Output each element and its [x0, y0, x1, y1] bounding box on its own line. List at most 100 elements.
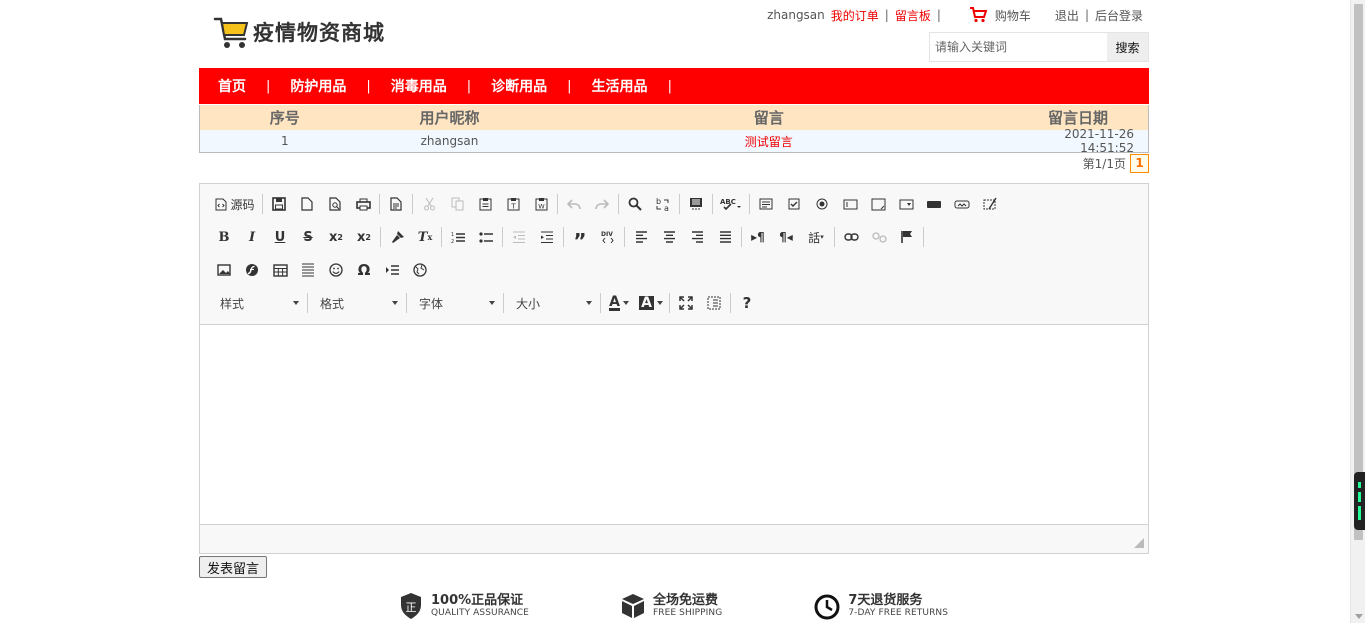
cart-link[interactable]: 购物车 — [995, 7, 1031, 24]
iframe-button[interactable] — [406, 258, 434, 282]
page-info: 第1/1页 — [1082, 156, 1126, 171]
resize-handle-icon[interactable] — [1134, 538, 1144, 548]
background-color-button[interactable]: A — [635, 291, 667, 315]
remove-format-button[interactable]: Tx — [411, 225, 439, 249]
message-board-link[interactable]: 留言板 — [895, 7, 931, 24]
unlink-button[interactable] — [865, 225, 893, 249]
smiley-icon — [329, 263, 343, 277]
templates-button[interactable] — [382, 192, 410, 216]
cut-button[interactable] — [415, 192, 443, 216]
language-button[interactable]: 話 ▾ — [800, 225, 832, 249]
editor-toolbar: 源码 T W ba ABC B I U S x 2 x 2 T x 1 2 ” … — [200, 184, 1148, 325]
ltr-text-direction-button[interactable]: ▸¶ — [744, 225, 772, 249]
select-all-button[interactable] — [682, 192, 710, 216]
copy-button[interactable] — [443, 192, 471, 216]
page-break-button[interactable] — [378, 258, 406, 282]
flash-button[interactable] — [238, 258, 266, 282]
superscript-button[interactable]: x2 — [350, 225, 378, 249]
select-field-button[interactable] — [892, 192, 920, 216]
link-button[interactable] — [837, 225, 865, 249]
help-button[interactable]: ? — [733, 291, 761, 315]
paste-from-word-button[interactable]: W — [527, 192, 555, 216]
separator: | — [936, 8, 941, 22]
font-label: 字体 — [419, 296, 444, 311]
checkbox-button[interactable] — [780, 192, 808, 216]
scrollbar-thumb[interactable] — [1354, 4, 1363, 540]
styles-label: 样式 — [220, 296, 245, 311]
find-button[interactable] — [621, 192, 649, 216]
redo-button[interactable] — [588, 192, 616, 216]
blockquote-button[interactable]: ” — [566, 225, 594, 253]
underline-button[interactable]: U — [266, 225, 294, 249]
editor-content-area[interactable] — [200, 325, 1148, 525]
horizontal-rule-button[interactable] — [294, 258, 322, 282]
cart-icon[interactable] — [969, 7, 987, 23]
nav-protective-supplies[interactable]: 防护用品 — [290, 76, 346, 96]
replace-button[interactable]: ba — [649, 192, 677, 216]
nav-separator: | — [266, 78, 271, 94]
increase-indent-button[interactable] — [533, 225, 561, 249]
admin-login-link[interactable]: 后台登录 — [1095, 7, 1143, 24]
align-left-button[interactable] — [627, 225, 655, 249]
button-field-button[interactable] — [920, 192, 948, 216]
maximize-button[interactable] — [672, 291, 700, 315]
my-orders-link[interactable]: 我的订单 — [831, 7, 879, 24]
bulleted-list-button[interactable] — [472, 225, 500, 249]
save-button[interactable] — [265, 192, 293, 216]
nav-diagnostic-supplies[interactable]: 诊断用品 — [491, 76, 547, 96]
font-dropdown[interactable]: 字体 — [409, 291, 501, 315]
source-button[interactable]: 源码 — [210, 192, 260, 216]
subscript-button[interactable]: x2 — [322, 225, 350, 249]
radio-button[interactable] — [808, 192, 836, 216]
search-button[interactable]: 搜索 — [1107, 33, 1148, 61]
align-right-button[interactable] — [683, 225, 711, 249]
smiley-button[interactable] — [322, 258, 350, 282]
special-char-button[interactable]: Ω — [350, 258, 378, 282]
page-number-current[interactable]: 1 — [1130, 153, 1149, 173]
submit-message-button[interactable]: 发表留言 — [199, 556, 267, 578]
textarea-icon — [871, 198, 885, 210]
hidden-field-button[interactable] — [976, 192, 1004, 216]
side-floating-widget[interactable] — [1354, 472, 1365, 530]
undo-button[interactable] — [560, 192, 588, 216]
anchor-button[interactable] — [893, 225, 921, 249]
scroll-down-arrow-icon[interactable] — [1355, 614, 1363, 619]
search-input[interactable] — [930, 33, 1107, 61]
form-button[interactable] — [752, 192, 780, 216]
hidden-field-icon — [983, 197, 997, 210]
font-size-dropdown[interactable]: 大小 — [506, 291, 598, 315]
text-color-button[interactable]: A — [603, 291, 635, 315]
align-center-button[interactable] — [655, 225, 683, 249]
site-logo[interactable]: 疫情物资商城 — [213, 12, 403, 52]
numbered-list-button[interactable]: 12 — [444, 225, 472, 249]
new-page-button[interactable] — [293, 192, 321, 216]
italic-button[interactable]: I — [238, 225, 266, 249]
font-size-label: 大小 — [516, 296, 541, 311]
paste-text-button[interactable]: T — [499, 192, 527, 216]
show-blocks-button[interactable] — [700, 291, 728, 315]
bold-button[interactable]: B — [210, 225, 238, 249]
styles-dropdown[interactable]: 样式 — [210, 291, 305, 315]
table-button[interactable] — [266, 258, 294, 282]
paste-button[interactable] — [471, 192, 499, 216]
cell-message[interactable]: 测试留言 — [529, 133, 1008, 150]
justify-button[interactable] — [711, 225, 739, 249]
nav-disinfection-supplies[interactable]: 消毒用品 — [391, 76, 447, 96]
strikethrough-button[interactable]: S — [294, 225, 322, 249]
print-icon — [355, 198, 371, 210]
logout-link[interactable]: 退出 — [1055, 7, 1079, 24]
nav-daily-supplies[interactable]: 生活用品 — [592, 76, 648, 96]
create-div-button[interactable]: DIV — [594, 225, 622, 249]
copy-format-button[interactable] — [383, 225, 411, 249]
nav-home[interactable]: 首页 — [218, 76, 246, 96]
print-button[interactable] — [349, 192, 377, 216]
textarea-button[interactable] — [864, 192, 892, 216]
text-field-button[interactable] — [836, 192, 864, 216]
rtl-text-direction-button[interactable]: ¶◂ — [772, 225, 800, 249]
spell-check-button[interactable]: ABC — [715, 192, 747, 216]
image-button-field-button[interactable] — [948, 192, 976, 216]
format-dropdown[interactable]: 格式 — [310, 291, 404, 315]
preview-button[interactable] — [321, 192, 349, 216]
decrease-indent-button[interactable] — [505, 225, 533, 249]
image-button[interactable] — [210, 258, 238, 282]
